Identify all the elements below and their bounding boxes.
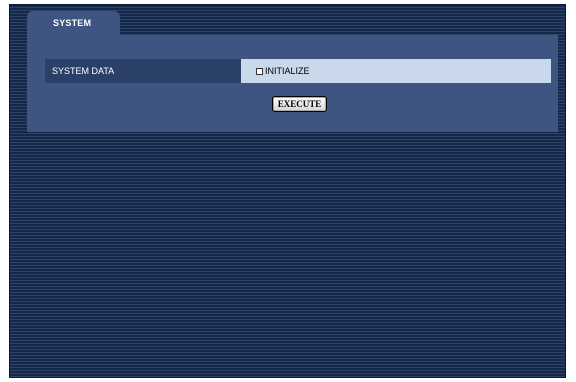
initialize-checkbox[interactable] bbox=[256, 67, 263, 75]
tab-system-label: SYSTEM bbox=[53, 18, 92, 28]
tab-system[interactable]: SYSTEM bbox=[27, 11, 120, 36]
system-data-label: SYSTEM DATA bbox=[45, 59, 241, 83]
system-data-row: SYSTEM DATA INITIALIZE bbox=[45, 59, 551, 83]
system-data-value-cell: INITIALIZE bbox=[241, 59, 551, 83]
main-frame: SYSTEM SYSTEM DATA INITIALIZE EXECUTE bbox=[9, 4, 566, 378]
execute-button[interactable]: EXECUTE bbox=[272, 96, 327, 112]
system-panel: SYSTEM DATA INITIALIZE EXECUTE bbox=[27, 35, 558, 132]
initialize-label[interactable]: INITIALIZE bbox=[265, 66, 310, 76]
